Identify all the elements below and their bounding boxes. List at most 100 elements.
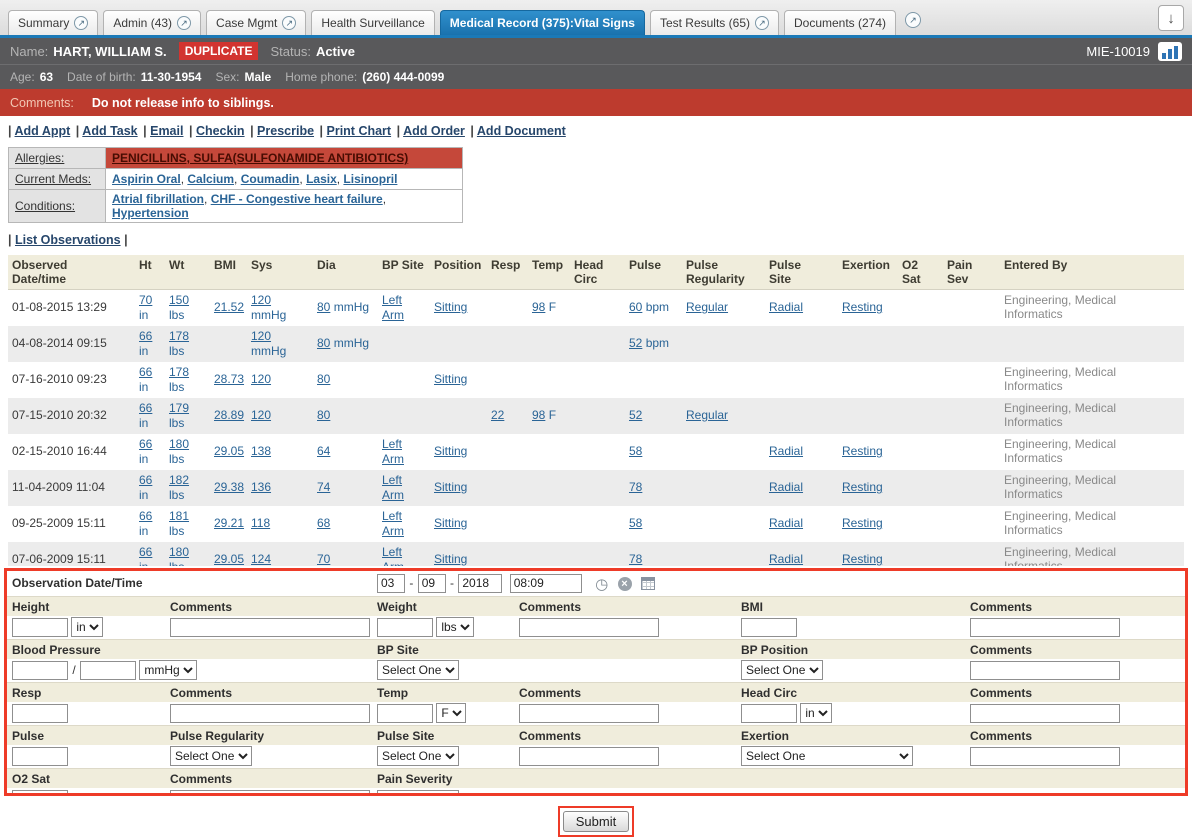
- medication-link[interactable]: Lisinopril: [343, 172, 397, 186]
- sys-link[interactable]: 120: [251, 293, 271, 307]
- o2-sat-comments-input[interactable]: [170, 790, 370, 796]
- wt-link[interactable]: 180: [169, 545, 189, 559]
- resp-comments-input[interactable]: [170, 704, 370, 723]
- action-link-print-chart[interactable]: Print Chart: [327, 124, 392, 138]
- date-month-input[interactable]: [377, 574, 405, 593]
- resp-input[interactable]: [12, 704, 68, 723]
- dia-link[interactable]: 74: [317, 480, 330, 494]
- weight-input[interactable]: [377, 618, 433, 637]
- sys-link[interactable]: 138: [251, 444, 271, 458]
- medication-link[interactable]: Calcium: [187, 172, 234, 186]
- ht-link[interactable]: 66: [139, 473, 152, 487]
- bp-site-link[interactable]: Left Arm: [382, 437, 404, 466]
- condition-link[interactable]: Hypertension: [112, 206, 189, 220]
- action-link-add-document[interactable]: Add Document: [477, 124, 566, 138]
- popout-icon[interactable]: ↗: [755, 16, 769, 30]
- popout-icon[interactable]: ↗: [905, 12, 921, 28]
- head-circ-comments-input[interactable]: [970, 704, 1120, 723]
- pulse-site-link[interactable]: Radial: [769, 552, 803, 566]
- action-link-checkin[interactable]: Checkin: [196, 124, 245, 138]
- sys-link[interactable]: 120: [251, 329, 271, 343]
- ht-link[interactable]: 70: [139, 293, 152, 307]
- duplicate-badge[interactable]: DUPLICATE: [179, 42, 259, 60]
- bmi-input[interactable]: [741, 618, 797, 637]
- medication-link[interactable]: Aspirin Oral: [112, 172, 181, 186]
- current-meds-label-link[interactable]: Current Meds:: [15, 172, 91, 186]
- wt-link[interactable]: 179: [169, 401, 189, 415]
- ht-link[interactable]: 66: [139, 437, 152, 451]
- exertion-link[interactable]: Resting: [842, 552, 883, 566]
- list-observations-link[interactable]: List Observations: [15, 233, 121, 247]
- pulse-site-link[interactable]: Radial: [769, 516, 803, 530]
- bmi-link[interactable]: 28.73: [214, 372, 244, 386]
- condition-link[interactable]: Atrial fibrillation: [112, 192, 204, 206]
- position-link[interactable]: Sitting: [434, 444, 467, 458]
- pulse-link[interactable]: 60: [629, 300, 642, 314]
- weight-unit-select[interactable]: lbs: [436, 617, 474, 637]
- dia-link[interactable]: 80: [317, 300, 330, 314]
- ht-link[interactable]: 66: [139, 401, 152, 415]
- tab-documents[interactable]: Documents (274): [784, 10, 896, 35]
- height-input[interactable]: [12, 618, 68, 637]
- exertion-link[interactable]: Resting: [842, 444, 883, 458]
- head-circ-unit-select[interactable]: in: [800, 703, 832, 723]
- pulse-site-select[interactable]: Select One: [377, 746, 459, 766]
- sys-link[interactable]: 136: [251, 480, 271, 494]
- temp-unit-select[interactable]: F: [436, 703, 466, 723]
- exertion-select[interactable]: Select One: [741, 746, 913, 766]
- height-unit-select[interactable]: in: [71, 617, 103, 637]
- download-button[interactable]: ↓: [1158, 5, 1184, 31]
- pulse-link[interactable]: 78: [629, 552, 642, 566]
- pulse-input[interactable]: [12, 747, 68, 766]
- ht-link[interactable]: 66: [139, 365, 152, 379]
- temp-comments-input[interactable]: [519, 704, 659, 723]
- pulse-site-link[interactable]: Radial: [769, 480, 803, 494]
- popout-icon[interactable]: ↗: [282, 16, 296, 30]
- bp-comments-input[interactable]: [970, 661, 1120, 680]
- submit-button[interactable]: Submit: [563, 811, 629, 832]
- clear-icon[interactable]: ×: [618, 577, 632, 591]
- position-link[interactable]: Sitting: [434, 372, 467, 386]
- head-circ-input[interactable]: [741, 704, 797, 723]
- bp-position-select[interactable]: Select One: [741, 660, 823, 680]
- ht-link[interactable]: 66: [139, 545, 152, 559]
- tab-case-mgmt[interactable]: Case Mgmt ↗: [206, 10, 306, 35]
- bp-unit-select[interactable]: mmHg: [139, 660, 197, 680]
- clock-icon[interactable]: ◷: [595, 576, 608, 593]
- position-link[interactable]: Sitting: [434, 480, 467, 494]
- pulse-reg-link[interactable]: Regular: [686, 408, 728, 422]
- height-comments-input[interactable]: [170, 618, 370, 637]
- pulse-site-link[interactable]: Radial: [769, 444, 803, 458]
- medication-link[interactable]: Lasix: [306, 172, 337, 186]
- bp-site-select[interactable]: Select One: [377, 660, 459, 680]
- position-link[interactable]: Sitting: [434, 552, 467, 566]
- wt-link[interactable]: 181: [169, 509, 189, 523]
- tab-admin[interactable]: Admin (43) ↗: [103, 10, 201, 35]
- pulse-reg-link[interactable]: Regular: [686, 300, 728, 314]
- resp-link[interactable]: 22: [491, 408, 504, 422]
- allergy-link[interactable]: PENICILLINS, SULFA(SULFONAMIDE ANTIBIOTI…: [112, 151, 408, 165]
- action-link-add-task[interactable]: Add Task: [82, 124, 137, 138]
- popout-icon[interactable]: ↗: [74, 16, 88, 30]
- wt-link[interactable]: 150: [169, 293, 189, 307]
- medication-link[interactable]: Coumadin: [241, 172, 300, 186]
- condition-link[interactable]: CHF - Congestive heart failure: [211, 192, 383, 206]
- bp-site-link[interactable]: Left Arm: [382, 473, 404, 502]
- popout-icon[interactable]: ↗: [177, 16, 191, 30]
- bp-systolic-input[interactable]: [12, 661, 68, 680]
- exertion-link[interactable]: Resting: [842, 300, 883, 314]
- tab-test-results[interactable]: Test Results (65) ↗: [650, 10, 779, 35]
- allergies-label-link[interactable]: Allergies:: [15, 151, 64, 165]
- action-link-add-appt[interactable]: Add Appt: [15, 124, 71, 138]
- bmi-link[interactable]: 29.05: [214, 444, 244, 458]
- calendar-icon[interactable]: [641, 577, 655, 590]
- pain-severity-select[interactable]: Select One: [377, 790, 459, 797]
- sys-link[interactable]: 120: [251, 372, 271, 386]
- dia-link[interactable]: 80: [317, 408, 330, 422]
- temp-input[interactable]: [377, 704, 433, 723]
- conditions-label-link[interactable]: Conditions:: [15, 199, 75, 213]
- pulse-comments-input[interactable]: [519, 747, 659, 766]
- bmi-link[interactable]: 28.89: [214, 408, 244, 422]
- ht-link[interactable]: 66: [139, 329, 152, 343]
- bmi-link[interactable]: 29.21: [214, 516, 244, 530]
